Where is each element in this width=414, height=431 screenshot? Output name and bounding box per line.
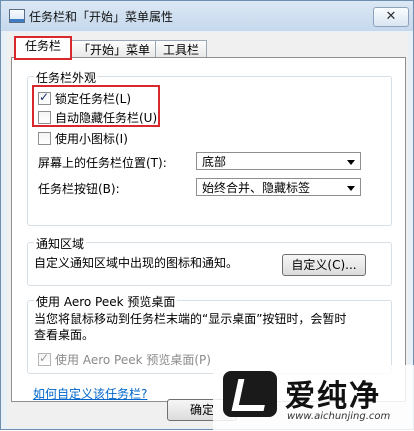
chevron-down-icon [347,186,355,191]
customize-button[interactable]: 自定义(C)... [282,254,366,276]
watermark: 爱纯净 www.aichunjing.com [213,365,414,431]
help-link[interactable]: 如何自定义该任务栏? [33,385,147,402]
lock-taskbar-checkbox[interactable] [38,90,51,105]
window-title: 任务栏和「开始」菜单属性 [29,10,174,24]
aero-peek-description-2: 查看桌面。 [34,328,95,342]
aero-peek-group-label: 使用 Aero Peek 预览桌面 [34,293,178,310]
notification-description: 自定义通知区域中出现的图标和通知。 [34,256,239,270]
small-icons-row[interactable]: 使用小图标(I) [38,130,128,147]
watermark-title: 爱纯净 [285,379,381,414]
aero-peek-label: 使用 Aero Peek 预览桌面(P) [55,353,211,367]
appearance-group-label: 任务栏外观 [34,69,99,86]
notification-group-label: 通知区域 [34,235,87,252]
small-icons-checkbox[interactable] [38,132,51,145]
watermark-logo-icon [223,371,277,417]
aero-peek-description-1: 当您将鼠标移动到任务栏末端的“显示桌面”按钮时，会暂时 [34,312,347,326]
buttons-select-value: 始终合并、隐藏标签 [202,181,311,195]
buttons-select[interactable]: 始终合并、隐藏标签 [196,178,361,196]
small-icons-label: 使用小图标(I) [55,132,128,146]
properties-window: 任务栏和「开始」菜单属性 ✕ 任务栏 「开始」菜单 工具栏 任务栏外观 锁定任务… [0,0,414,431]
location-select[interactable]: 底部 [196,152,361,170]
title-bar[interactable]: 任务栏和「开始」菜单属性 ✕ [1,1,413,31]
tab-strip: 任务栏 「开始」菜单 工具栏 [13,36,405,60]
auto-hide-checkbox[interactable] [38,111,51,124]
tab-highlight-box [14,36,72,60]
location-select-value: 底部 [202,155,227,169]
watermark-url: www.aichunjing.com [287,411,391,422]
auto-hide-row[interactable]: 自动隐藏任务栏(U) [38,109,157,126]
buttons-label: 任务栏按钮(B): [38,182,120,196]
aero-peek-checkbox[interactable] [38,351,51,366]
appearance-group: 任务栏外观 锁定任务栏(L) 自动隐藏任务栏(U) 使用小图标(I) 屏幕上的任… [27,69,392,226]
lock-taskbar-label: 锁定任务栏(L) [55,92,132,106]
auto-hide-label: 自动隐藏任务栏(U) [55,111,158,125]
taskbar-icon [9,9,25,23]
location-label: 屏幕上的任务栏位置(T): [38,156,167,170]
lock-taskbar-row[interactable]: 锁定任务栏(L) [38,90,131,107]
close-button[interactable]: ✕ [373,7,409,27]
notification-group: 通知区域 自定义通知区域中出现的图标和通知。 自定义(C)... [27,235,392,286]
aero-peek-row[interactable]: 使用 Aero Peek 预览桌面(P) [38,351,211,368]
aero-peek-group: 使用 Aero Peek 预览桌面 当您将鼠标移动到任务栏末端的“显示桌面”按钮… [27,293,392,374]
chevron-down-icon [347,160,355,165]
tab-panel: 任务栏外观 锁定任务栏(L) 自动隐藏任务栏(U) 使用小图标(I) 屏幕上的任… [11,57,406,402]
